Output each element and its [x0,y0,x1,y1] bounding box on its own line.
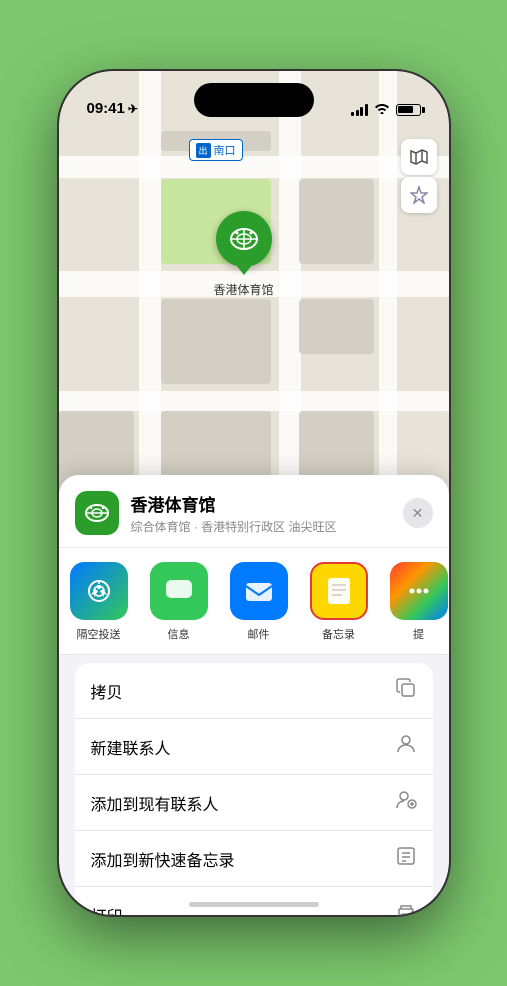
action-add-note[interactable]: 添加到新快速备忘录 [75,831,433,887]
action-list: 拷贝 新建联系人 添加到现有联系人 [75,663,433,915]
share-item-notes[interactable]: 备忘录 [299,562,379,642]
messages-label: 信息 [168,626,190,642]
share-row: 隔空投送 信息 [59,548,449,655]
new-contact-label: 新建联系人 [91,735,171,759]
airdrop-label: 隔空投送 [77,626,121,642]
print-icon [395,901,417,915]
map-controls [401,139,437,213]
more-icon [390,562,448,620]
sheet-header: 香港体育馆 综合体育馆 · 香港特别行政区 油尖旺区 ✕ [59,475,449,548]
person-icon [395,733,417,760]
status-icons [351,102,421,117]
bottom-sheet: 香港体育馆 综合体育馆 · 香港特别行政区 油尖旺区 ✕ [59,475,449,915]
road-v-3 [379,71,397,501]
share-item-messages[interactable]: 信息 [139,562,219,642]
venue-name: 香港体育馆 [131,491,391,516]
note-icon [395,845,417,872]
notes-icon [310,562,368,620]
messages-icon [150,562,208,620]
venue-info: 香港体育馆 综合体育馆 · 香港特别行政区 油尖旺区 [131,491,391,535]
venue-subtitle: 综合体育馆 · 香港特别行政区 油尖旺区 [131,518,391,535]
mail-label: 邮件 [248,626,270,642]
road-v-1 [139,71,161,501]
notes-label: 备忘录 [322,626,355,642]
share-item-mail[interactable]: 邮件 [219,562,299,642]
block-4 [161,299,271,384]
pin-circle [216,211,272,267]
person-add-icon [395,789,417,816]
phone-inner: 09:41 ✈ [59,71,449,915]
print-label: 打印 [91,903,123,916]
action-print[interactable]: 打印 [75,887,433,915]
venue-icon [75,491,119,535]
map-area[interactable]: 出 南口 [59,71,449,501]
label-text: 南口 [214,142,236,158]
copy-icon [395,677,417,704]
share-item-more[interactable]: 提 [379,562,449,642]
label-badge: 出 [196,143,211,158]
add-existing-label: 添加到现有联系人 [91,791,219,815]
action-add-existing[interactable]: 添加到现有联系人 [75,775,433,831]
location-label[interactable]: 出 南口 [189,139,243,161]
battery-icon [396,104,421,116]
signal-bar-2 [356,110,359,116]
airdrop-icon [70,562,128,620]
more-label: 提 [413,626,424,642]
add-note-label: 添加到新快速备忘录 [91,847,235,871]
status-time: 09:41 ✈ [87,100,138,117]
copy-label: 拷贝 [91,679,123,703]
dynamic-island [194,83,314,117]
battery-fill [398,106,413,113]
time-text: 09:41 [87,100,125,117]
phone-frame: 09:41 ✈ [59,71,449,915]
map-type-button[interactable] [401,139,437,175]
signal-bar-4 [365,104,368,116]
wifi-icon [374,102,390,117]
stadium-pin[interactable]: 香港体育馆 [214,211,274,298]
share-item-airdrop[interactable]: 隔空投送 [59,562,139,642]
venue-pin-label: 香港体育馆 [214,281,274,298]
signal-bar-1 [351,112,354,116]
home-indicator [189,902,319,907]
location-button[interactable] [401,177,437,213]
signal-bars [351,104,368,116]
close-button[interactable]: ✕ [403,498,433,528]
road-v-2 [279,71,301,501]
location-arrow-icon: ✈ [128,102,138,116]
signal-bar-3 [360,107,363,116]
mail-icon [230,562,288,620]
block-5 [299,299,374,354]
block-2 [299,179,374,264]
action-copy[interactable]: 拷贝 [75,663,433,719]
action-new-contact[interactable]: 新建联系人 [75,719,433,775]
